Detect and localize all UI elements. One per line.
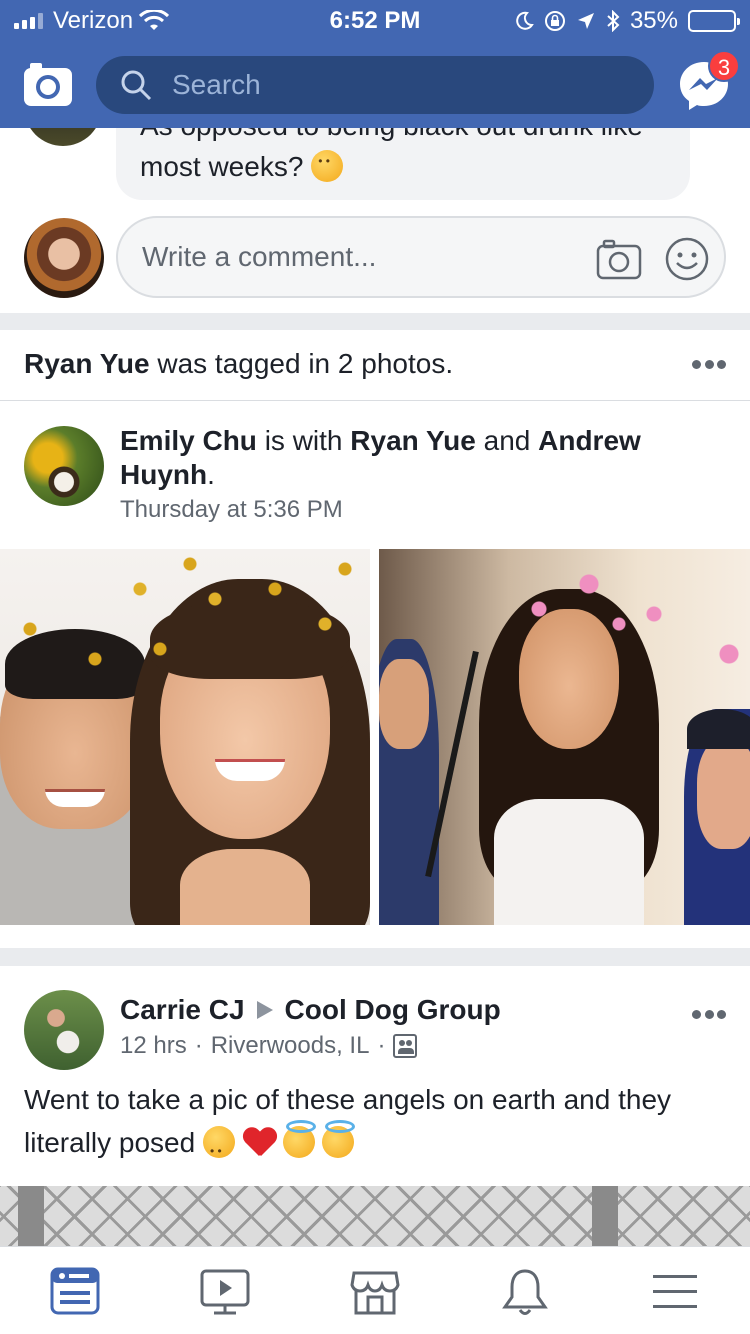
camera-icon bbox=[24, 63, 72, 106]
location-arrow-icon bbox=[577, 13, 594, 29]
status-bar: Verizon 6:52 PM 35% bbox=[0, 0, 750, 40]
group-audience-icon bbox=[393, 1034, 418, 1058]
group-link[interactable]: Cool Dog Group bbox=[285, 994, 501, 1026]
watch-tab[interactable] bbox=[200, 1267, 250, 1317]
search-bar[interactable] bbox=[96, 56, 654, 114]
comment-text: most weeks? bbox=[140, 151, 304, 182]
smiling-angel-icon bbox=[322, 1120, 356, 1158]
battery-percent: 35% bbox=[629, 7, 678, 34]
moon-icon bbox=[516, 11, 534, 30]
marketplace-tab[interactable] bbox=[350, 1267, 400, 1317]
story-divider bbox=[0, 400, 750, 401]
thinking-face-icon bbox=[311, 150, 344, 182]
crying-face-icon bbox=[202, 1126, 235, 1173]
smiling-angel-icon bbox=[282, 1120, 316, 1158]
red-heart-icon bbox=[243, 1126, 275, 1158]
top-bar: Verizon 6:52 PM 35% Search 3 bbox=[0, 0, 750, 128]
group-post-header: Carrie CJ Cool Dog Group bbox=[120, 994, 501, 1026]
tagged-person-link[interactable]: Ryan Yue bbox=[24, 348, 150, 379]
tagged-photos-story: Ryan Yue was tagged in 2 photos. Emily C… bbox=[0, 330, 750, 948]
group-post: Carrie CJ Cool Dog Group 12 hrs · Riverw… bbox=[0, 966, 750, 1256]
post-body: Went to take a pic of these angels on ea… bbox=[24, 1078, 724, 1173]
emily-chu-avatar[interactable] bbox=[24, 426, 104, 506]
marketplace-shop-icon bbox=[350, 1271, 400, 1315]
tagged-photo-1[interactable] bbox=[0, 549, 370, 925]
search-input[interactable] bbox=[172, 69, 592, 101]
comment-camera-icon[interactable] bbox=[596, 238, 642, 280]
and-text: and bbox=[475, 425, 539, 456]
tagged-photo-2[interactable] bbox=[379, 549, 750, 925]
story-header: Ryan Yue was tagged in 2 photos. bbox=[24, 348, 453, 380]
write-comment-input[interactable] bbox=[142, 241, 582, 273]
author-link[interactable]: Carrie CJ bbox=[120, 994, 245, 1026]
meta-separator: · bbox=[194, 1032, 203, 1059]
bell-icon bbox=[502, 1269, 548, 1315]
post-more-options-button[interactable] bbox=[692, 1010, 726, 1020]
messenger-button[interactable]: 3 bbox=[676, 50, 740, 114]
my-avatar bbox=[24, 218, 104, 298]
period: . bbox=[207, 459, 215, 490]
sticker-smiley-icon[interactable] bbox=[664, 236, 710, 282]
hamburger-menu-icon bbox=[653, 1275, 697, 1308]
post-location[interactable]: Riverwoods, IL bbox=[211, 1032, 370, 1060]
post-age[interactable]: 12 hrs bbox=[120, 1032, 187, 1060]
with-text: is with bbox=[256, 425, 351, 456]
carrie-avatar[interactable] bbox=[24, 990, 104, 1070]
status-right: 35% bbox=[514, 7, 740, 35]
post-timestamp[interactable]: Thursday at 5:36 PM bbox=[120, 496, 343, 524]
bottom-tab-bar bbox=[0, 1246, 750, 1334]
menu-tab[interactable] bbox=[650, 1267, 700, 1317]
tagged-link-1[interactable]: Ryan Yue bbox=[350, 425, 476, 456]
meta-separator: · bbox=[377, 1032, 386, 1059]
story-more-options-button[interactable] bbox=[692, 360, 726, 370]
news-feed-icon bbox=[50, 1267, 100, 1315]
author-link[interactable]: Emily Chu bbox=[120, 425, 257, 456]
story-header-text: was tagged in 2 photos. bbox=[149, 348, 454, 379]
search-icon bbox=[121, 70, 152, 101]
notifications-tab[interactable] bbox=[500, 1267, 550, 1317]
write-comment-box[interactable] bbox=[116, 216, 726, 298]
watch-video-icon bbox=[200, 1269, 250, 1315]
post-author-line: Emily Chu is with Ryan Yue and Andrew Hu… bbox=[120, 424, 720, 492]
arrow-right-icon bbox=[256, 1001, 273, 1019]
battery-icon bbox=[688, 10, 740, 32]
messenger-badge: 3 bbox=[708, 50, 740, 82]
camera-button[interactable] bbox=[22, 60, 74, 108]
post-photo[interactable] bbox=[0, 1186, 750, 1246]
bluetooth-icon bbox=[607, 10, 620, 32]
post-meta: 12 hrs · Riverwoods, IL · bbox=[120, 1032, 418, 1060]
rotation-lock-icon bbox=[544, 11, 565, 31]
comment-bubble[interactable]: As opposed to being black out drunk like… bbox=[116, 110, 690, 200]
news-feed-tab[interactable] bbox=[50, 1267, 100, 1317]
comment-thread: As opposed to being black out drunk like… bbox=[0, 98, 750, 313]
